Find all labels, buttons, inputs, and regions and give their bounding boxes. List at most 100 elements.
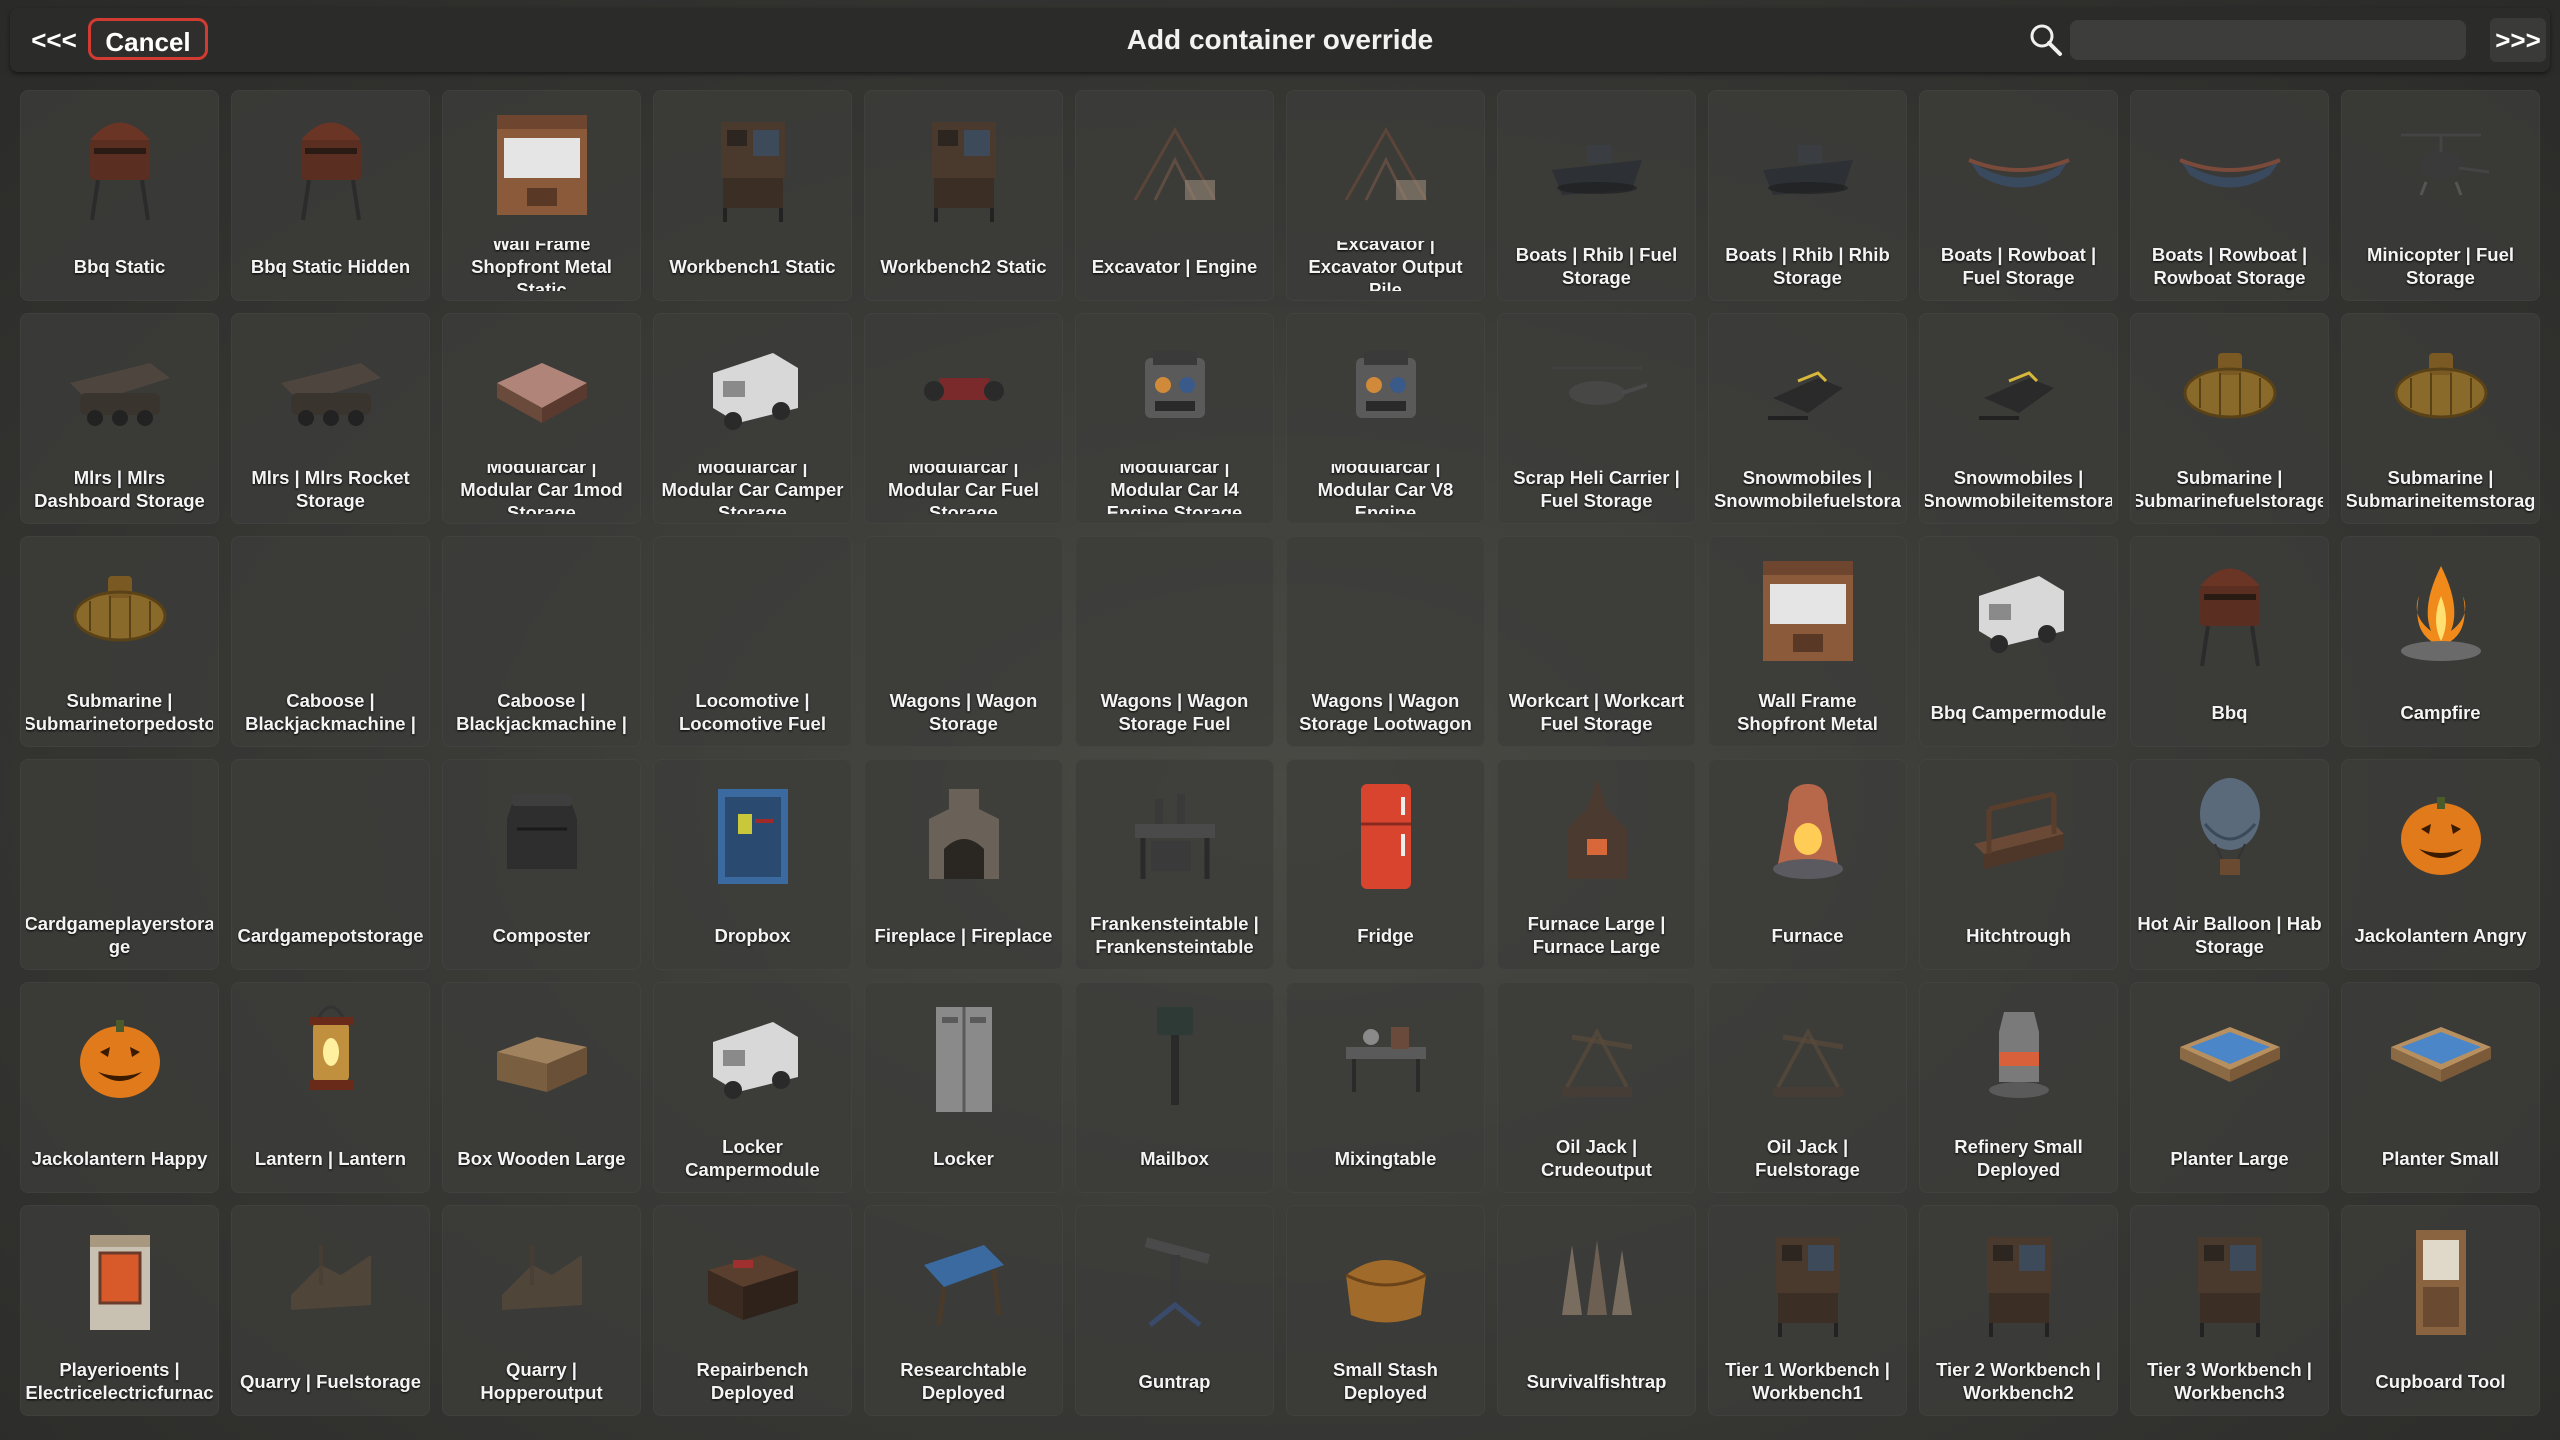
item-label: Submarine | Submarinetorpedosto xyxy=(26,690,213,734)
rhib-boat-icon xyxy=(1748,100,1868,230)
item-card-boats-rhib-fuel-storage[interactable]: Boats | Rhib | Fuel Storage xyxy=(1497,90,1696,301)
item-card-bbq-static-hidden[interactable]: Bbq Static Hidden xyxy=(231,90,430,301)
item-card-modularcar-modular-car-i4-engine-storage[interactable]: Modularcar | Modular Car I4 Engine Stora… xyxy=(1075,313,1274,524)
item-card-mailbox[interactable]: Mailbox xyxy=(1075,982,1274,1193)
item-card-furnace-large-furnace-large[interactable]: Furnace Large | Furnace Large xyxy=(1497,759,1696,970)
item-card-submarine-submarinefuelstorage[interactable]: Submarine | Submarinefuelstorage xyxy=(2130,313,2329,524)
item-card-locker[interactable]: Locker xyxy=(864,982,1063,1193)
item-label: Composter xyxy=(492,924,591,946)
item-card-quarry-hopperoutput[interactable]: Quarry | Hopperoutput xyxy=(442,1205,641,1416)
item-card-oil-jack-fuelstorage[interactable]: Oil Jack | Fuelstorage xyxy=(1708,982,1907,1193)
balloon-icon xyxy=(2170,769,2290,899)
item-card-wagons-wagon-storage[interactable]: Wagons | Wagon Storage xyxy=(864,536,1063,747)
item-card-repairbench-deployed[interactable]: Repairbench Deployed xyxy=(653,1205,852,1416)
item-card-hot-air-balloon-hab-storage[interactable]: Hot Air Balloon | Hab Storage xyxy=(2130,759,2329,970)
item-card-workcart-workcart-fuel-storage[interactable]: Workcart | Workcart Fuel Storage xyxy=(1497,536,1696,747)
item-card-boats-rhib-rhib-storage[interactable]: Boats | Rhib | Rhib Storage xyxy=(1708,90,1907,301)
item-card-bbq-static[interactable]: Bbq Static xyxy=(20,90,219,301)
workbench-icon xyxy=(693,100,813,230)
engine-icon xyxy=(1326,323,1446,453)
item-card-caboose-blackjackmachine[interactable]: Caboose | Blackjackmachine | xyxy=(231,536,430,747)
item-card-dropbox[interactable]: Dropbox xyxy=(653,759,852,970)
locker-icon xyxy=(904,992,1024,1122)
item-card-fireplace-fireplace[interactable]: Fireplace | Fireplace xyxy=(864,759,1063,970)
mlrs-icon xyxy=(271,323,391,453)
item-card-frankensteintable-frankensteintable[interactable]: Frankensteintable | Frankensteintable xyxy=(1075,759,1274,970)
item-card-guntrap[interactable]: Guntrap xyxy=(1075,1205,1274,1416)
item-card-workbench1-static[interactable]: Workbench1 Static xyxy=(653,90,852,301)
cancel-button[interactable]: Cancel xyxy=(88,18,208,60)
item-card-boats-rowboat-rowboat-storage[interactable]: Boats | Rowboat | Rowboat Storage xyxy=(2130,90,2329,301)
item-card-excavator-engine[interactable]: Excavator | Engine xyxy=(1075,90,1274,301)
search-icon[interactable] xyxy=(2028,22,2064,58)
item-card-modularcar-modular-car-camper-storage[interactable]: Modularcar | Modular Car Camper Storage xyxy=(653,313,852,524)
item-label: Workbench1 Static xyxy=(669,255,836,277)
item-card-planter-small[interactable]: Planter Small xyxy=(2341,982,2540,1193)
item-card-tier-3-workbench-workbench3[interactable]: Tier 3 Workbench | Workbench3 xyxy=(2130,1205,2329,1416)
item-card-tier-1-workbench-workbench1[interactable]: Tier 1 Workbench | Workbench1 xyxy=(1708,1205,1907,1416)
item-card-quarry-fuelstorage[interactable]: Quarry | Fuelstorage xyxy=(231,1205,430,1416)
item-card-tier-2-workbench-workbench2[interactable]: Tier 2 Workbench | Workbench2 xyxy=(1919,1205,2118,1416)
car-fuel-icon xyxy=(904,323,1024,453)
item-card-cardgameplayerstora-ge[interactable]: Cardgameplayerstora ge xyxy=(20,759,219,970)
item-card-wall-frame-shopfront-metal[interactable]: Wall Frame Shopfront Metal xyxy=(1708,536,1907,747)
item-card-fridge[interactable]: Fridge xyxy=(1286,759,1485,970)
item-label: Wagons | Wagon Storage xyxy=(889,690,1038,734)
item-card-wagons-wagon-storage-lootwagon[interactable]: Wagons | Wagon Storage Lootwagon xyxy=(1286,536,1485,747)
rhib-boat-icon xyxy=(1537,100,1657,230)
bbq-icon xyxy=(60,100,180,230)
item-card-modularcar-modular-car-fuel-storage[interactable]: Modularcar | Modular Car Fuel Storage xyxy=(864,313,1063,524)
item-card-modularcar-modular-car-1mod-storage[interactable]: Modularcar | Modular Car 1mod Storage xyxy=(442,313,641,524)
item-label: Repairbench Deployed xyxy=(696,1359,809,1403)
camper-icon xyxy=(693,992,813,1122)
workbench-icon xyxy=(2170,1215,2290,1345)
item-card-locomotive-locomotive-fuel[interactable]: Locomotive | Locomotive Fuel xyxy=(653,536,852,747)
item-card-small-stash-deployed[interactable]: Small Stash Deployed xyxy=(1286,1205,1485,1416)
item-card-lantern-lantern[interactable]: Lantern | Lantern xyxy=(231,982,430,1193)
item-card-jackolantern-angry[interactable]: Jackolantern Angry xyxy=(2341,759,2540,970)
item-card-excavator-excavator-output-pile[interactable]: Excavator | Excavator Output Pile xyxy=(1286,90,1485,301)
item-card-wall-frame-shopfront-metal-static[interactable]: Wall Frame Shopfront Metal Static xyxy=(442,90,641,301)
item-card-cardgamepotstorage[interactable]: Cardgamepotstorage xyxy=(231,759,430,970)
item-card-box-wooden-large[interactable]: Box Wooden Large xyxy=(442,982,641,1193)
item-card-campfire[interactable]: Campfire xyxy=(2341,536,2540,747)
item-card-refinery-small-deployed[interactable]: Refinery Small Deployed xyxy=(1919,982,2118,1193)
rowboat-icon xyxy=(2170,100,2290,230)
item-card-modularcar-modular-car-v8-engine[interactable]: Modularcar | Modular Car V8 Engine xyxy=(1286,313,1485,524)
shopfront-icon xyxy=(1748,546,1868,676)
item-card-scrap-heli-carrier-fuel-storage[interactable]: Scrap Heli Carrier | Fuel Storage xyxy=(1497,313,1696,524)
item-card-oil-jack-crudeoutput[interactable]: Oil Jack | Crudeoutput xyxy=(1497,982,1696,1193)
item-card-furnace[interactable]: Furnace xyxy=(1708,759,1907,970)
item-card-bbq-campermodule[interactable]: Bbq Campermodule xyxy=(1919,536,2118,747)
item-card-jackolantern-happy[interactable]: Jackolantern Happy xyxy=(20,982,219,1193)
item-card-composter[interactable]: Composter xyxy=(442,759,641,970)
item-card-minicopter-fuel-storage[interactable]: Minicopter | Fuel Storage xyxy=(2341,90,2540,301)
item-card-snowmobiles-snowmobilefuelstora[interactable]: Snowmobiles | Snowmobilefuelstora xyxy=(1708,313,1907,524)
item-card-workbench2-static[interactable]: Workbench2 Static xyxy=(864,90,1063,301)
item-card-locker-campermodule[interactable]: Locker Campermodule xyxy=(653,982,852,1193)
search-input[interactable] xyxy=(2070,20,2466,60)
item-card-caboose-blackjackmachine[interactable]: Caboose | Blackjackmachine | xyxy=(442,536,641,747)
item-card-snowmobiles-snowmobileitemstora[interactable]: Snowmobiles | Snowmobileitemstora xyxy=(1919,313,2118,524)
item-card-survivalfishtrap[interactable]: Survivalfishtrap xyxy=(1497,1205,1696,1416)
item-card-submarine-submarineitemstorag[interactable]: Submarine | Submarineitemstorag xyxy=(2341,313,2540,524)
item-card-bbq[interactable]: Bbq xyxy=(2130,536,2329,747)
next-page-button[interactable]: >>> xyxy=(2490,18,2546,62)
item-card-cupboard-tool[interactable]: Cupboard Tool xyxy=(2341,1205,2540,1416)
hitchtrough-icon xyxy=(1959,769,2079,899)
item-label: Playerioents | Electricelectricfurnac xyxy=(26,1359,213,1403)
item-card-planter-large[interactable]: Planter Large xyxy=(2130,982,2329,1193)
item-card-mlrs-mlrs-rocket-storage[interactable]: Mlrs | Mlrs Rocket Storage xyxy=(231,313,430,524)
item-card-boats-rowboat-fuel-storage[interactable]: Boats | Rowboat | Fuel Storage xyxy=(1919,90,2118,301)
item-card-submarine-submarinetorpedosto[interactable]: Submarine | Submarinetorpedosto xyxy=(20,536,219,747)
item-label: Tier 1 Workbench | Workbench1 xyxy=(1725,1359,1890,1403)
item-card-mixingtable[interactable]: Mixingtable xyxy=(1286,982,1485,1193)
item-label: Mlrs | Mlrs Dashboard Storage xyxy=(34,467,205,511)
previous-page-button[interactable]: <<< xyxy=(22,18,86,62)
item-card-hitchtrough[interactable]: Hitchtrough xyxy=(1919,759,2118,970)
item-card-researchtable-deployed[interactable]: Researchtable Deployed xyxy=(864,1205,1063,1416)
item-card-wagons-wagon-storage-fuel[interactable]: Wagons | Wagon Storage Fuel xyxy=(1075,536,1274,747)
item-card-mlrs-mlrs-dashboard-storage[interactable]: Mlrs | Mlrs Dashboard Storage xyxy=(20,313,219,524)
item-card-playerioents-electricelectricfurnac[interactable]: Playerioents | Electricelectricfurnac xyxy=(20,1205,219,1416)
item-label: Minicopter | Fuel Storage xyxy=(2366,244,2514,288)
